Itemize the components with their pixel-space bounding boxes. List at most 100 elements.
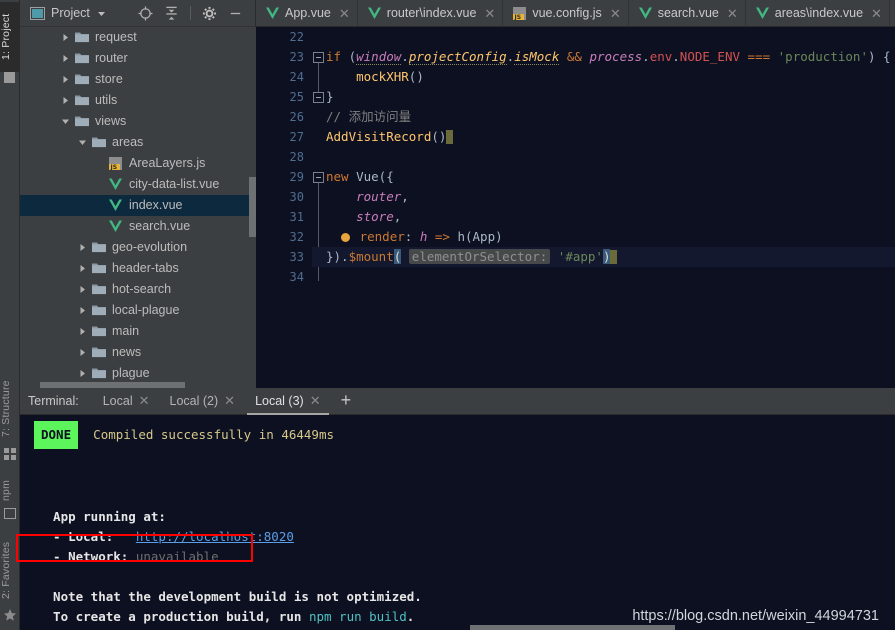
tree-item-news[interactable]: news [20,342,256,363]
close-icon[interactable]: ✕ [139,393,150,409]
tree-item-label: index.vue [129,198,183,213]
editor-tab-search-vue[interactable]: search.vue ✕ [629,0,746,26]
code-line-23: if (window.projectConfig.isMock && proce… [326,49,891,65]
tree-item-router[interactable]: router [20,48,256,69]
close-icon[interactable]: ✕ [727,7,738,20]
tree-item-request[interactable]: request [20,27,256,48]
chevron-down-icon[interactable] [77,137,88,148]
chevron-right-icon[interactable] [60,95,71,106]
close-icon[interactable]: ✕ [871,7,882,20]
terminal-blank-4 [38,567,895,587]
tree-item-plague[interactable]: plague [20,363,256,384]
project-title-group[interactable]: Project [24,6,107,20]
terminal-tab-local-3-[interactable]: Local (3) ✕ [245,388,331,415]
close-icon[interactable]: ✕ [339,7,350,20]
vue-file-icon [265,6,280,20]
project-tree-vertical-scrollbar[interactable] [249,177,256,237]
terminal-add-tab-button[interactable]: + [331,391,362,409]
tree-item-label: geo-evolution [112,240,188,255]
code-line-26: // 添加访问量 [312,107,895,127]
chevron-right-icon[interactable] [77,347,88,358]
terminal-line-compiled: DONE Compiled successfully in 46449ms [34,421,895,449]
code-line-31: store, [356,209,402,224]
collapse-all-icon[interactable] [164,6,179,21]
tree-item-views[interactable]: views [20,111,256,132]
tree-item-geo-evolution[interactable]: geo-evolution [20,237,256,258]
chevron-right-icon[interactable] [60,74,71,85]
folder-icon [91,303,107,319]
tool-tab-npm[interactable]: npm [0,472,20,508]
tree-item-arealayers-js[interactable]: JS AreaLayers.js [20,153,256,174]
code-line-32: render: h => h(App) [312,227,895,247]
code-line-29: new Vue({ [326,169,394,184]
editor-tab-overflow[interactable] [890,0,895,26]
tree-item-utils[interactable]: utils [20,90,256,111]
terminal-output[interactable]: DONE Compiled successfully in 46449ms Ap… [20,415,895,630]
line-number-25: 25 [289,90,304,104]
folder-icon [91,282,107,298]
star-icon [4,609,16,621]
editor-tab-vue-config-js[interactable]: JS vue.config.js ✕ [503,0,629,26]
line-number-29: 29 [289,170,304,184]
chevron-right-icon[interactable] [77,284,88,295]
hide-panel-icon[interactable] [228,6,243,21]
line-number-33: 33 [289,250,304,264]
chevron-right-icon[interactable] [77,368,88,379]
tree-item-search-vue[interactable]: search.vue [20,216,256,237]
chevron-right-icon[interactable] [77,326,88,337]
chevron-down-icon[interactable] [60,116,71,127]
tree-item-store[interactable]: store [20,69,256,90]
editor-tab-app-vue[interactable]: App.vue ✕ [256,0,358,26]
tool-tab-structure[interactable]: 7: Structure [0,368,20,450]
chevron-right-icon[interactable] [77,242,88,253]
chevron-right-icon[interactable] [60,53,71,64]
settings-gear-icon[interactable] [202,6,217,21]
tree-item-label: areas [112,135,144,150]
close-icon[interactable]: ✕ [610,7,621,20]
close-icon[interactable]: ✕ [224,393,235,409]
tree-item-label: main [112,324,140,339]
tree-item-header-tabs[interactable]: header-tabs [20,258,256,279]
project-panel: Project request router store utils views… [20,0,256,388]
chevron-right-icon[interactable] [77,263,88,274]
tree-item-index-vue[interactable]: index.vue [20,195,256,216]
editor-tab-router-index-vue[interactable]: router\index.vue ✕ [358,0,504,26]
tool-tab-project[interactable]: 1: Project [0,2,20,72]
tree-item-label: hot-search [112,282,172,297]
tree-item-city-data-list-vue[interactable]: city-data-list.vue [20,174,256,195]
vue-file-icon [755,6,770,20]
tree-item-label: AreaLayers.js [129,156,206,171]
chevron-right-icon[interactable] [77,305,88,316]
intention-bulb-icon[interactable] [341,233,351,242]
line-number-31: 31 [289,210,304,224]
terminal-tab-local[interactable]: Local ✕ [93,388,160,415]
tree-item-local-plague[interactable]: local-plague [20,300,256,321]
tree-item-label: city-data-list.vue [129,177,220,192]
terminal-line-note: Note that the development build is not o… [38,589,422,604]
local-url-link[interactable]: http://localhost:8020 [136,529,294,544]
line-number-30: 30 [289,190,304,204]
tree-item-main[interactable]: main [20,321,256,342]
tree-item-hot-search[interactable]: hot-search [20,279,256,300]
close-icon[interactable]: ✕ [484,7,495,20]
project-file-tree[interactable]: request router store utils views areas JS AreaL… [20,27,256,388]
tree-item-label: utils [95,93,118,108]
terminal-tab-local-2-[interactable]: Local (2) ✕ [160,388,246,415]
locate-icon[interactable] [138,5,153,21]
terminal-line-local: - Local: http://localhost:8020 [38,529,294,544]
terminal-line-network: - Network: unavailable [38,549,219,564]
structure-strip-icon-b [11,448,16,453]
chevron-down-icon[interactable] [96,8,107,19]
editor-code-area[interactable]: if (window.projectConfig.isMock && proce… [312,27,895,388]
editor-tab-areas-index-vue[interactable]: areas\index.vue ✕ [746,0,890,26]
chevron-right-icon[interactable] [60,32,71,43]
editor-tab-label: router\index.vue [386,6,477,20]
tree-item-areas[interactable]: areas [20,132,256,153]
close-icon[interactable]: ✕ [310,393,321,409]
terminal-horizontal-scrollbar[interactable] [470,625,675,630]
text-caret-2 [610,250,618,264]
code-editor[interactable]: 22 23 24 25 26 27 28 29 30 31 32 33 34 if (window.pr… [256,27,895,388]
vue-file-icon [638,6,653,20]
tool-tab-favorites[interactable]: 2: Favorites [0,530,20,610]
project-panel-header: Project [20,0,255,27]
